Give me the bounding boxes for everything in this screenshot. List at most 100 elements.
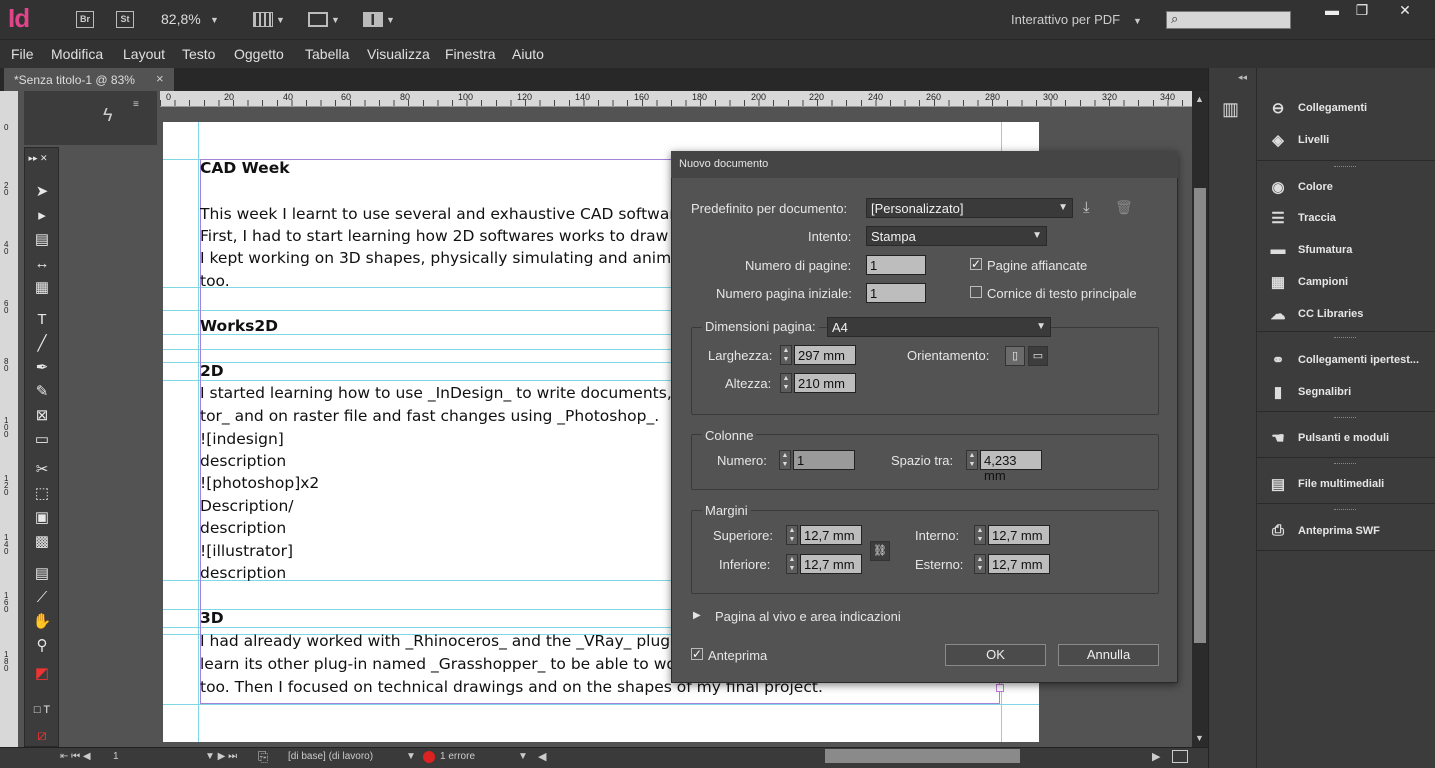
horizontal-ruler[interactable]: 0 20 40 60 80 100 120 140 160 180 200 22… bbox=[160, 91, 1192, 107]
menu-oggetto[interactable]: Oggetto bbox=[234, 46, 284, 62]
panel-group-grip[interactable] bbox=[1334, 166, 1356, 168]
pencil-tool-icon[interactable]: ✎ bbox=[31, 382, 53, 402]
panel-sfumatura[interactable]: ▬ Sfumatura bbox=[1266, 241, 1431, 263]
preview-checkbox[interactable]: ✓ bbox=[691, 648, 703, 660]
delete-preset-icon[interactable]: 🗑 bbox=[1115, 199, 1133, 216]
panel-file-multimediali[interactable]: ▤ File multimediali bbox=[1266, 475, 1431, 497]
minimize-button[interactable]: ▬ bbox=[1317, 2, 1347, 18]
panel-campioni[interactable]: ▦ Campioni bbox=[1266, 273, 1431, 295]
profile-dropdown-icon[interactable]: ▼ bbox=[406, 751, 416, 762]
rectangle-tool-icon[interactable]: ▭ bbox=[31, 430, 53, 450]
gradient-feather-tool-icon[interactable]: ▩ bbox=[31, 532, 53, 552]
note-tool-icon[interactable]: ▤ bbox=[31, 564, 53, 584]
outside-margin-field[interactable]: 12,7 mm bbox=[988, 554, 1050, 574]
scroll-down-icon[interactable]: ▼ bbox=[1195, 733, 1204, 743]
panel-group-grip[interactable] bbox=[1334, 509, 1356, 511]
panel-group-grip[interactable] bbox=[1334, 463, 1356, 465]
inside-margin-stepper[interactable]: ▲ ▼ bbox=[974, 525, 986, 545]
ok-button[interactable]: OK bbox=[945, 644, 1046, 666]
content-collector-icon[interactable]: ▦ bbox=[31, 278, 53, 298]
pages-field[interactable]: 1 bbox=[866, 255, 926, 275]
column-number-field[interactable]: 1 bbox=[793, 450, 855, 470]
page-tool-icon[interactable]: ▤ bbox=[31, 230, 53, 250]
dialog-title[interactable]: Nuovo documento bbox=[671, 151, 1178, 178]
free-transform-tool-icon[interactable]: ⬚ bbox=[31, 484, 53, 504]
bottom-margin-field[interactable]: 12,7 mm bbox=[800, 554, 862, 574]
scroll-left-icon[interactable]: ◀ bbox=[538, 750, 546, 763]
bottom-margin-stepper[interactable]: ▲ ▼ bbox=[786, 554, 798, 574]
bridge-button[interactable]: Br bbox=[76, 11, 94, 28]
close-window-button[interactable]: ✕ bbox=[1390, 2, 1420, 19]
height-stepper[interactable]: ▲ ▼ bbox=[780, 373, 792, 393]
panel-anteprima-swf[interactable]: ⎙ Anteprima SWF bbox=[1266, 522, 1431, 544]
height-field[interactable]: 210 mm bbox=[794, 373, 856, 393]
cancel-button[interactable]: Annulla bbox=[1058, 644, 1159, 666]
outside-margin-stepper[interactable]: ▲ ▼ bbox=[974, 554, 986, 574]
width-stepper[interactable]: ▲ ▼ bbox=[780, 345, 792, 365]
eyedropper-tool-icon[interactable]: ⟋ bbox=[31, 588, 53, 608]
lightning-icon[interactable]: ϟ bbox=[103, 105, 113, 126]
rectangle-frame-tool-icon[interactable]: ⊠ bbox=[31, 406, 53, 426]
scroll-up-icon[interactable]: ▲ bbox=[1195, 94, 1204, 104]
panel-traccia[interactable]: ☰ Traccia bbox=[1266, 209, 1431, 231]
panel-livelli[interactable]: ◈ Livelli bbox=[1266, 131, 1431, 153]
workspace-switcher[interactable]: Interattivo per PDF bbox=[1011, 12, 1120, 27]
hand-tool-icon[interactable]: ✋ bbox=[31, 612, 53, 632]
split-window-icon[interactable] bbox=[1172, 750, 1188, 763]
gutter-stepper[interactable]: ▲ ▼ bbox=[966, 450, 978, 470]
screen-mode-dropdown-icon[interactable]: ▼ bbox=[331, 15, 340, 25]
maximize-button[interactable]: ❐ bbox=[1347, 2, 1377, 19]
formatting-container-icon[interactable]: □ T bbox=[31, 700, 53, 720]
horizontal-scroll-thumb[interactable] bbox=[825, 749, 1020, 763]
text-frame-out-port[interactable] bbox=[996, 684, 1004, 692]
workspace-dropdown-icon[interactable]: ▼ bbox=[1133, 16, 1142, 26]
disclosure-triangle-icon[interactable]: ▶ bbox=[693, 610, 701, 621]
open-page-icon[interactable]: ⎘ bbox=[258, 749, 268, 765]
view-options-dropdown-icon[interactable]: ▼ bbox=[276, 15, 285, 25]
error-count[interactable]: 1 errore bbox=[440, 751, 475, 762]
link-margins-icon[interactable]: ⛓ bbox=[870, 541, 890, 561]
fill-stroke-icon[interactable]: ◩ bbox=[31, 664, 53, 684]
screen-mode-icon[interactable] bbox=[308, 12, 328, 27]
landscape-orientation-icon[interactable]: ▭ bbox=[1028, 346, 1048, 366]
menu-file[interactable]: File bbox=[11, 46, 34, 62]
zoom-dropdown-icon[interactable]: ▼ bbox=[210, 15, 219, 25]
panel-group-grip[interactable] bbox=[1334, 417, 1356, 419]
start-page-field[interactable]: 1 bbox=[866, 283, 926, 303]
menu-tabella[interactable]: Tabella bbox=[305, 46, 349, 62]
scissors-tool-icon[interactable]: ✂ bbox=[31, 460, 53, 480]
menu-aiuto[interactable]: Aiuto bbox=[512, 46, 544, 62]
menu-modifica[interactable]: Modifica bbox=[51, 46, 103, 62]
panel-segnalibri[interactable]: ▮ Segnalibri bbox=[1266, 383, 1431, 405]
portrait-orientation-icon[interactable]: ▯ bbox=[1005, 346, 1025, 366]
selection-tool-icon[interactable]: ➤ bbox=[31, 182, 53, 202]
direct-selection-tool-icon[interactable]: ▸ bbox=[31, 206, 53, 226]
next-page-icon[interactable]: ▼ ▶ ⏭ bbox=[205, 751, 237, 762]
panel-pulsanti-moduli[interactable]: ☚ Pulsanti e moduli bbox=[1266, 429, 1431, 451]
menu-finestra[interactable]: Finestra bbox=[445, 46, 496, 62]
primary-text-frame-checkbox[interactable] bbox=[970, 286, 982, 298]
gradient-swatch-tool-icon[interactable]: ▣ bbox=[31, 508, 53, 528]
expand-panels-icon[interactable]: ◂◂ bbox=[1238, 72, 1247, 83]
libraries-icon[interactable]: ▥ bbox=[1222, 99, 1239, 120]
first-page-icon[interactable]: ⇤ ⏮ ◀ bbox=[60, 751, 91, 762]
panel-group-grip[interactable] bbox=[1334, 337, 1356, 339]
facing-pages-checkbox[interactable]: ✓ bbox=[970, 258, 982, 270]
panel-collegamenti[interactable]: ⊖ Collegamenti bbox=[1266, 99, 1431, 121]
menu-layout[interactable]: Layout bbox=[123, 46, 165, 62]
menu-testo[interactable]: Testo bbox=[182, 46, 215, 62]
line-tool-icon[interactable]: ╱ bbox=[31, 334, 53, 354]
gap-tool-icon[interactable]: ↔ bbox=[31, 254, 53, 274]
zoom-level[interactable]: 82,8% bbox=[161, 11, 201, 27]
pen-tool-icon[interactable]: ✒ bbox=[31, 358, 53, 378]
width-field[interactable]: 297 mm bbox=[794, 345, 856, 365]
apply-none-icon[interactable]: ⧄ bbox=[31, 726, 53, 746]
panel-cc-libraries[interactable]: ☁ CC Libraries bbox=[1266, 305, 1431, 327]
page-number-field[interactable]: 1 bbox=[113, 751, 119, 762]
arrange-dropdown-icon[interactable]: ▼ bbox=[386, 15, 395, 25]
search-input[interactable] bbox=[1166, 11, 1291, 29]
arrange-documents-icon[interactable] bbox=[363, 12, 383, 27]
gutter-field[interactable]: 4,233 mm bbox=[980, 450, 1042, 483]
inside-margin-field[interactable]: 12,7 mm bbox=[988, 525, 1050, 545]
stock-button[interactable]: St bbox=[116, 11, 134, 28]
